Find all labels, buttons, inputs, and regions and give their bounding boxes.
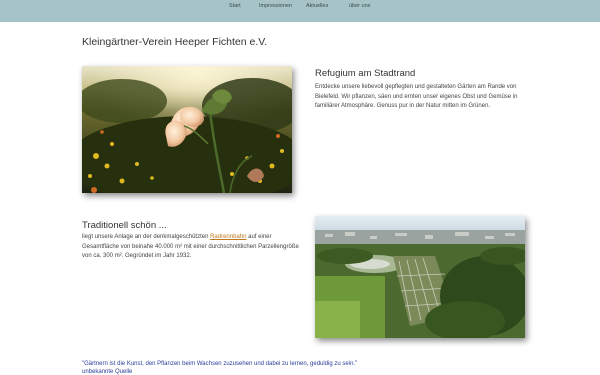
section-text-refugium: Entdecke unsere liebevoll gepflegten und… — [315, 84, 518, 109]
nav-item-impressionen[interactable]: Impressionen — [259, 3, 292, 9]
section-text-traditionell: liegt unsere Anlage an der denkmalgeschü… — [82, 233, 304, 262]
nav-item-aktuelles[interactable]: Aktuelles — [306, 3, 328, 9]
section-text-part1: liegt unsere Anlage an der denkmalgeschü… — [82, 234, 211, 240]
aerial-photo — [315, 216, 525, 338]
radrennbahn-link[interactable]: Radrennbahn — [210, 234, 246, 240]
quote-source: unbekannte Quelle — [82, 369, 133, 375]
flower-photo — [82, 66, 292, 193]
section-heading-traditionell: Traditionell schön ... — [82, 220, 167, 231]
nav-item-ueber-uns[interactable]: über uns — [349, 3, 370, 9]
top-navigation: Start Impressionen Aktuelles über uns — [0, 0, 600, 22]
section-heading-refugium: Refugium am Stadtrand — [315, 68, 416, 79]
nav-item-start[interactable]: Start — [229, 3, 241, 9]
site-title: Kleingärtner-Verein Heeper Fichten e.V. — [82, 36, 268, 48]
aerial-photo-illustration — [315, 216, 525, 338]
flower-photo-illustration — [82, 66, 292, 193]
garden-quote: "Gärtnern ist die Kunst, den Pflanzen be… — [82, 361, 358, 367]
